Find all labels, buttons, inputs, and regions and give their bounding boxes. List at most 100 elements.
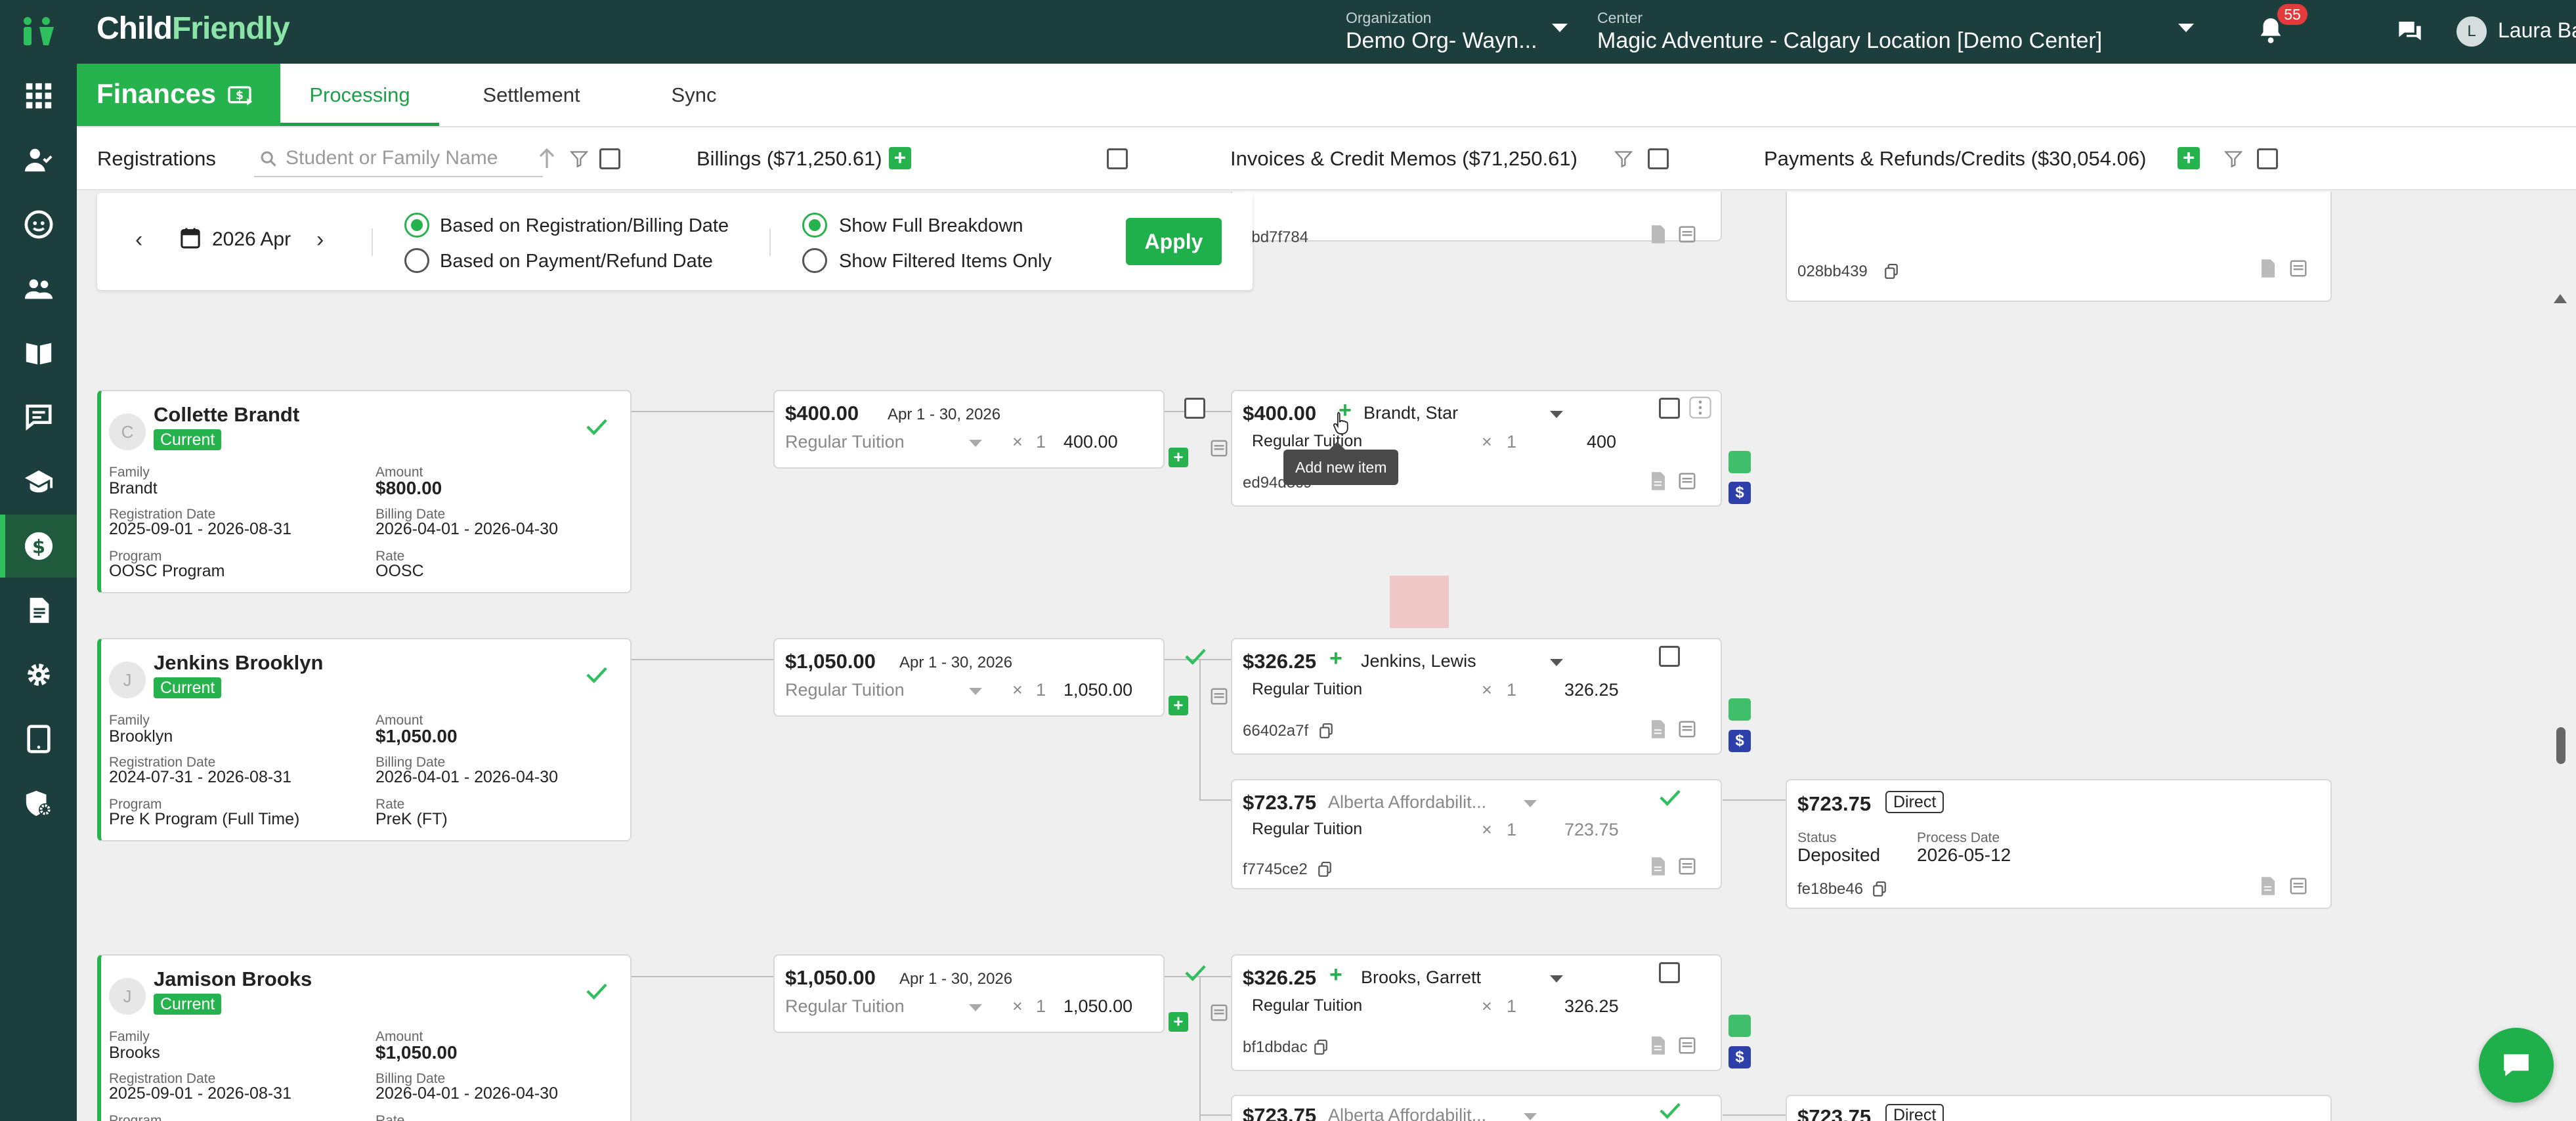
sidebar-item-documents[interactable]: [0, 579, 77, 642]
date-basis-registration-radio[interactable]: [404, 213, 429, 238]
sidebar-item-families[interactable]: [0, 257, 77, 320]
billing-card[interactable]: $400.00 Apr 1 - 30, 2026 Regular Tuition…: [773, 390, 1228, 469]
tab-sync[interactable]: Sync: [635, 64, 753, 126]
add-invoice-button[interactable]: +: [1169, 1012, 1188, 1032]
billing-item-select[interactable]: Regular Tuition: [785, 680, 905, 700]
scrollbar-thumb[interactable]: [2556, 727, 2565, 764]
add-payment-card-icon[interactable]: [1728, 451, 1751, 473]
user-avatar[interactable]: L: [2457, 16, 2487, 47]
selected-month[interactable]: 2026 Apr: [212, 228, 291, 251]
invoice-checkbox[interactable]: [1659, 398, 1680, 419]
chevron-down-icon[interactable]: [1550, 659, 1563, 666]
invoice-funder-select[interactable]: Alberta Affordabilit...: [1328, 792, 1486, 813]
brand-wordmark[interactable]: ChildFriendly: [97, 11, 290, 47]
more-vertical-icon[interactable]: [1689, 396, 1711, 419]
invoice-child-select[interactable]: Brooks, Garrett: [1361, 967, 1481, 988]
copy-icon[interactable]: [1319, 723, 1333, 739]
billing-card[interactable]: $1,050.00 Apr 1 - 30, 2026 Regular Tuiti…: [773, 954, 1228, 1033]
payments-filter-icon[interactable]: [2224, 150, 2243, 168]
invoice-card-partial[interactable]: 6bd7f784: [1231, 192, 1722, 246]
payment-card-partial[interactable]: 028bb439: [1786, 192, 2332, 302]
receipt-icon[interactable]: [1211, 1003, 1228, 1023]
pdf-document-icon[interactable]: [1650, 471, 1667, 491]
invoices-select-all-checkbox[interactable]: [1648, 148, 1669, 169]
subsidy-invoice-card[interactable]: $723.75 Alberta Affordabilit...: [1231, 1095, 1722, 1121]
chevron-down-icon[interactable]: [1524, 1113, 1537, 1120]
organization-chevron-down-icon[interactable]: [1552, 24, 1568, 32]
pdf-document-icon[interactable]: [2260, 876, 2277, 896]
sidebar-item-checkin[interactable]: [0, 129, 77, 192]
student-name[interactable]: Collette Brandt: [154, 403, 299, 427]
invoice-card[interactable]: $400.00 + Brandt, Star Regular Tuition ×…: [1231, 390, 1722, 507]
billing-total[interactable]: 1,050.00: [1063, 680, 1132, 700]
tab-settlement[interactable]: Settlement: [451, 64, 612, 126]
registration-card[interactable]: J Jenkins Brooklyn Current Family Brookl…: [97, 638, 632, 841]
add-new-item-button[interactable]: +: [1329, 646, 1342, 671]
show-filtered-items-label[interactable]: Show Filtered Items Only: [839, 251, 1052, 272]
receipt-icon[interactable]: [1211, 687, 1228, 706]
billings-select-all-checkbox[interactable]: [1107, 148, 1128, 169]
date-basis-payment-radio[interactable]: [404, 248, 429, 273]
chevron-down-icon[interactable]: [969, 1004, 982, 1011]
show-full-breakdown-label[interactable]: Show Full Breakdown: [839, 215, 1023, 237]
chevron-down-icon[interactable]: [1524, 800, 1537, 807]
add-invoice-button[interactable]: +: [1169, 448, 1188, 467]
receipt-icon[interactable]: [1679, 224, 1696, 244]
show-full-breakdown-radio[interactable]: [802, 213, 827, 238]
subsidy-invoice-card[interactable]: $723.75 Alberta Affordabilit... Regular …: [1231, 779, 1722, 889]
billing-item-select[interactable]: Regular Tuition: [785, 996, 905, 1017]
receipt-icon[interactable]: [1679, 719, 1696, 739]
previous-month-button[interactable]: ‹: [135, 227, 142, 253]
sidebar-item-children[interactable]: [0, 193, 77, 256]
copy-icon[interactable]: [1318, 862, 1332, 878]
childfriendly-logo-icon[interactable]: [20, 16, 56, 47]
registrations-filter-icon[interactable]: [570, 150, 588, 168]
tab-processing[interactable]: Processing: [280, 64, 439, 126]
billing-card[interactable]: $1,050.00 Apr 1 - 30, 2026 Regular Tuiti…: [773, 638, 1228, 717]
vertical-scrollbar[interactable]: [2552, 289, 2565, 1116]
search-input[interactable]: [286, 144, 535, 172]
invoice-checkbox[interactable]: [1659, 962, 1680, 983]
payment-card[interactable]: $723.75 Direct Status Deposited Process …: [1786, 779, 2332, 909]
payments-select-all-checkbox[interactable]: [2257, 148, 2278, 169]
pdf-document-icon[interactable]: [1650, 224, 1667, 244]
sidebar-item-tablet[interactable]: [0, 708, 77, 771]
chevron-down-icon[interactable]: [1550, 975, 1563, 983]
date-basis-registration-label[interactable]: Based on Registration/Billing Date: [440, 215, 729, 237]
add-payment-card-icon[interactable]: [1728, 698, 1751, 721]
receipt-icon[interactable]: [1679, 857, 1696, 876]
chevron-down-icon[interactable]: [969, 440, 982, 447]
billing-checkbox[interactable]: [1184, 398, 1205, 419]
apply-button[interactable]: Apply: [1126, 218, 1222, 265]
billing-total[interactable]: 400.00: [1063, 432, 1118, 452]
add-payment-button[interactable]: +: [2178, 147, 2200, 169]
student-name[interactable]: Jamison Brooks: [154, 967, 312, 991]
user-name[interactable]: Laura Bancroft: [2498, 18, 2576, 43]
scroll-up-arrow-icon[interactable]: [2554, 294, 2567, 303]
billing-quantity[interactable]: 1: [1036, 680, 1046, 700]
sidebar-item-settings[interactable]: [0, 643, 77, 706]
invoice-card[interactable]: $326.25 + Brooks, Garrett Regular Tuitio…: [1231, 954, 1722, 1071]
finance-screen-icon[interactable]: $: [228, 86, 254, 107]
center-selector[interactable]: Center Magic Adventure - Calgary Locatio…: [1597, 9, 2102, 54]
sidebar-item-admin-settings[interactable]: [0, 772, 77, 835]
add-payment-card-icon[interactable]: [1728, 1015, 1751, 1037]
registration-card[interactable]: C Collette Brandt Current Family Brandt …: [97, 390, 632, 593]
show-filtered-items-radio[interactable]: [802, 248, 827, 273]
receipt-icon[interactable]: [1211, 438, 1228, 458]
center-chevron-down-icon[interactable]: [2178, 24, 2194, 32]
support-chat-button[interactable]: [2479, 1028, 2554, 1103]
add-dollar-payment-icon[interactable]: $: [1728, 730, 1751, 752]
billing-quantity[interactable]: 1: [1036, 432, 1046, 452]
invoice-funder-select[interactable]: Alberta Affordabilit...: [1328, 1105, 1486, 1121]
receipt-icon[interactable]: [2290, 259, 2307, 278]
copy-icon[interactable]: [1872, 881, 1887, 897]
calendar-icon[interactable]: [180, 227, 201, 249]
receipt-icon[interactable]: [1679, 471, 1696, 491]
organization-selector[interactable]: Organization Demo Org- Wayn...: [1346, 9, 1537, 54]
chevron-down-icon[interactable]: [969, 688, 982, 695]
date-basis-payment-label[interactable]: Based on Payment/Refund Date: [440, 251, 713, 272]
billing-quantity[interactable]: 1: [1036, 996, 1046, 1017]
add-billing-button[interactable]: +: [889, 147, 911, 169]
sidebar-item-curriculum[interactable]: [0, 322, 77, 385]
